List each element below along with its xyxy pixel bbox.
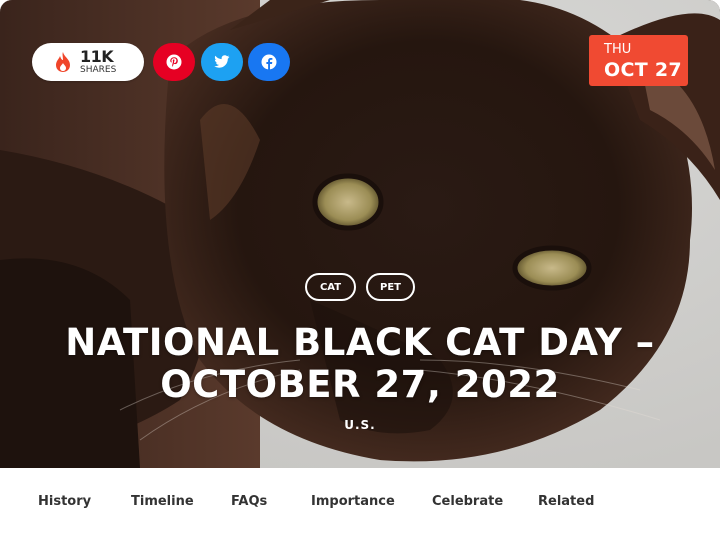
date-day-of-week: THU (604, 42, 632, 57)
tag-cat[interactable]: CAT (305, 273, 356, 301)
page-title: NATIONAL BLACK CAT DAY – OCTOBER 27, 202… (65, 321, 655, 406)
nav-item-timeline[interactable]: Timeline (131, 494, 194, 509)
share-label: SHARES (80, 65, 117, 75)
nav-item-celebrate[interactable]: Celebrate (432, 494, 503, 509)
pinterest-icon (166, 54, 182, 70)
tag-pet[interactable]: PET (366, 273, 415, 301)
pinterest-share-button[interactable] (153, 43, 195, 81)
facebook-icon (261, 54, 277, 70)
region-label: U.S. (344, 418, 376, 432)
share-count: 11K (80, 47, 114, 66)
hero-banner: 11K SHARES THU OCT 27 CAT PET NATIONAL B… (0, 0, 720, 468)
nav-item-importance[interactable]: Importance (311, 494, 395, 509)
date-badge: THU OCT 27 (589, 35, 688, 86)
twitter-share-button[interactable] (201, 43, 243, 81)
flame-icon (56, 52, 70, 72)
nav-item-related[interactable]: Related (538, 494, 594, 509)
nav-item-faqs[interactable]: FAQs (231, 494, 267, 509)
share-text: 11K SHARES (80, 49, 116, 75)
share-count-pill[interactable]: 11K SHARES (32, 43, 144, 81)
twitter-icon (214, 55, 230, 68)
date-month-day: OCT 27 (604, 59, 682, 81)
nav-item-history[interactable]: History (38, 494, 91, 509)
facebook-share-button[interactable] (248, 43, 290, 81)
section-nav: History Timeline FAQs Importance Celebra… (0, 468, 720, 534)
